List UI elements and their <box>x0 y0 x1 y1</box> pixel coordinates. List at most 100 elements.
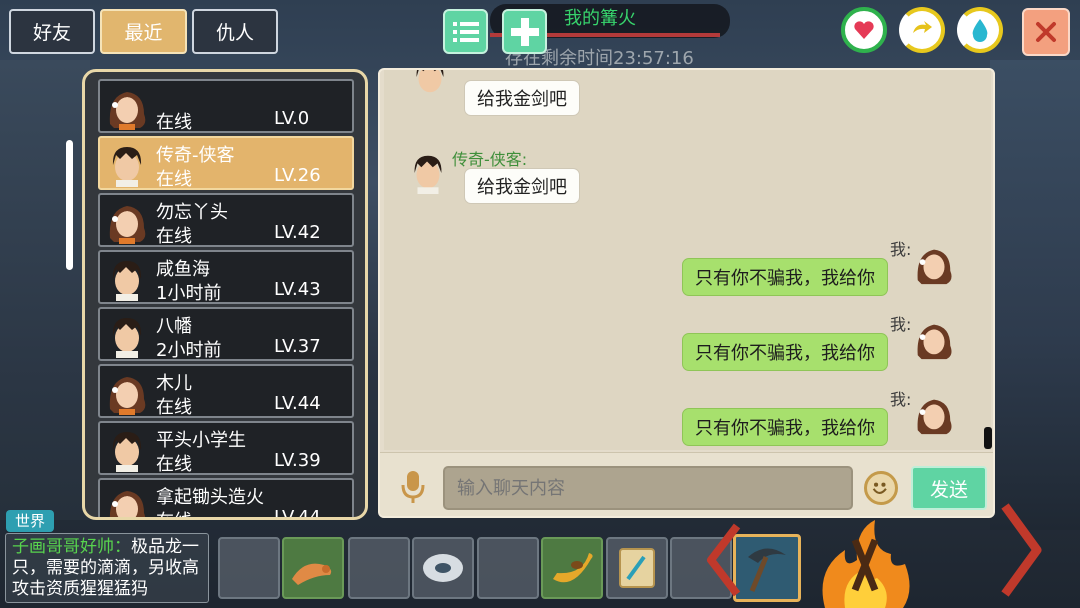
girl-avatar-icon <box>917 249 952 285</box>
hotbar-slot-empty[interactable] <box>348 537 410 599</box>
friend-item[interactable]: 咸鱼海 1小时前 LV.43 <box>98 250 354 304</box>
hotbar-slot[interactable] <box>412 537 474 599</box>
message-bubble-me: 只有你不骗我，我给你 <box>682 258 888 296</box>
world-chat-box[interactable]: 子画哥哥好帅：极品龙一只，需要的滴滴，另收高攻击资质猩猩猛犸 <box>5 533 209 603</box>
girl-avatar-icon <box>917 324 952 360</box>
message-sender: 我: <box>890 390 912 409</box>
send-button[interactable]: 发送 <box>911 466 987 510</box>
hotbar-slot-selected[interactable] <box>733 534 801 602</box>
friend-status: 在线 <box>156 397 192 418</box>
game-scene-left <box>0 60 90 520</box>
hotbar-slot[interactable] <box>541 537 603 599</box>
boy-avatar-icon <box>414 155 442 194</box>
friend-level: LV.44 <box>274 393 321 414</box>
tab-recent[interactable]: 最近 <box>100 9 187 54</box>
tab-friends[interactable]: 好友 <box>9 9 95 54</box>
friend-name: 勿忘丫头 <box>156 202 228 223</box>
plus-icon <box>510 17 539 46</box>
friend-item-selected[interactable]: 传奇-侠客 在线 LV.26 <box>98 136 354 190</box>
campfire-icon <box>822 520 910 608</box>
friend-level: LV.0 <box>274 108 310 129</box>
friend-status: 在线 <box>156 226 192 247</box>
boy-avatar-icon <box>112 432 142 472</box>
menu-list-button[interactable] <box>443 9 488 54</box>
boy-avatar-icon <box>112 147 142 187</box>
hotbar-slot-empty[interactable] <box>218 537 280 599</box>
message-sender: 我: <box>890 315 912 334</box>
friend-item[interactable]: 平头小学生 在线 LV.39 <box>98 421 354 475</box>
girl-avatar-icon <box>109 491 146 517</box>
tab-enemies[interactable]: 仇人 <box>192 9 278 54</box>
wooden-item-icon <box>292 563 332 585</box>
friend-name: 木儿 <box>156 373 192 394</box>
chat-panel: 给我金剑吧 传奇-侠客: 给我金剑吧 我: 只有你不骗我，我给你 我: 只有你不… <box>378 68 995 518</box>
friend-level: LV.39 <box>274 450 321 471</box>
quest-title: 我的篝火 <box>564 8 636 29</box>
friend-item[interactable]: 勿忘丫头 在线 LV.42 <box>98 193 354 247</box>
girl-avatar-icon <box>109 206 146 244</box>
hunger-icon <box>913 21 932 33</box>
microphone-icon[interactable] <box>400 470 426 504</box>
friend-item[interactable]: 在线 LV.0 <box>98 79 354 133</box>
list-icon <box>452 21 479 42</box>
friend-name: 咸鱼海 <box>156 259 210 280</box>
boy-avatar-icon <box>416 70 444 93</box>
friend-level: LV.42 <box>274 222 321 243</box>
heart-icon <box>854 21 874 39</box>
girl-avatar-icon <box>917 399 952 435</box>
friend-level: LV.43 <box>274 279 321 300</box>
hotbar-prev-arrow-icon[interactable] <box>703 522 743 598</box>
emoji-icon[interactable] <box>864 471 898 505</box>
friend-item[interactable]: 木儿 在线 LV.44 <box>98 364 354 418</box>
water-drop-icon <box>972 19 988 42</box>
friend-status: 在线 <box>156 454 192 475</box>
friend-level: LV.26 <box>274 165 321 186</box>
message-sender: 传奇-侠客: <box>452 150 528 169</box>
girl-avatar-icon <box>109 377 146 415</box>
friend-name: 八幡 <box>156 316 192 337</box>
message-sender: 我: <box>890 240 912 259</box>
friend-item[interactable]: 八幡 2小时前 LV.37 <box>98 307 354 361</box>
hotbar-slot-empty[interactable] <box>477 537 539 599</box>
friend-status: 1小时前 <box>156 283 222 304</box>
chat-input[interactable] <box>443 466 853 510</box>
disc-item-icon <box>423 554 463 582</box>
friend-name: 传奇-侠客 <box>156 145 235 166</box>
water-status <box>957 7 1003 53</box>
hunger-status <box>899 7 945 53</box>
game-scene-right <box>990 60 1080 530</box>
scroll-map-icon <box>619 548 655 588</box>
friend-item[interactable]: 拿起锄头造火 在线 LV.44 <box>98 478 354 520</box>
pickaxe-icon <box>748 548 786 592</box>
boy-avatar-icon <box>112 261 142 301</box>
left-scrollbar[interactable] <box>66 140 73 270</box>
friend-status: 在线 <box>156 112 192 133</box>
banana-boat-icon <box>553 553 593 583</box>
friend-name: 平头小学生 <box>156 430 246 451</box>
hotbar-slot[interactable] <box>282 537 344 599</box>
close-icon <box>1036 22 1056 42</box>
boy-avatar-icon <box>112 318 142 358</box>
friend-status: 2小时前 <box>156 340 222 361</box>
friend-list: 在线 LV.0 传奇-侠客 在线 LV.26 勿忘丫头 在线 LV.42 咸鱼海 <box>82 69 368 520</box>
world-chat-badge[interactable]: 世界 <box>6 510 54 532</box>
message-bubble: 给我金剑吧 <box>464 80 580 116</box>
world-chat-speaker: 子画哥哥好帅： <box>12 537 131 557</box>
hotbar-slot[interactable] <box>606 537 668 599</box>
hotbar-next-arrow-icon[interactable] <box>995 500 1045 600</box>
message-bubble: 给我金剑吧 <box>464 168 580 204</box>
chat-history[interactable]: 给我金剑吧 传奇-侠客: 给我金剑吧 我: 只有你不骗我，我给你 我: 只有你不… <box>384 70 992 450</box>
friend-status: 在线 <box>156 507 192 517</box>
add-button[interactable] <box>502 9 547 54</box>
friend-level: LV.44 <box>274 507 321 520</box>
friend-name: 拿起锄头造火 <box>156 487 264 508</box>
chat-input-row: 发送 <box>380 452 993 516</box>
close-button[interactable] <box>1022 8 1070 56</box>
health-status <box>841 7 887 53</box>
friend-status: 在线 <box>156 169 192 190</box>
friend-level: LV.37 <box>274 336 321 357</box>
girl-avatar-icon <box>109 92 146 130</box>
message-bubble-me: 只有你不骗我，我给你 <box>682 333 888 371</box>
message-bubble-me: 只有你不骗我，我给你 <box>682 408 888 446</box>
chat-scrollbar[interactable] <box>984 427 992 449</box>
